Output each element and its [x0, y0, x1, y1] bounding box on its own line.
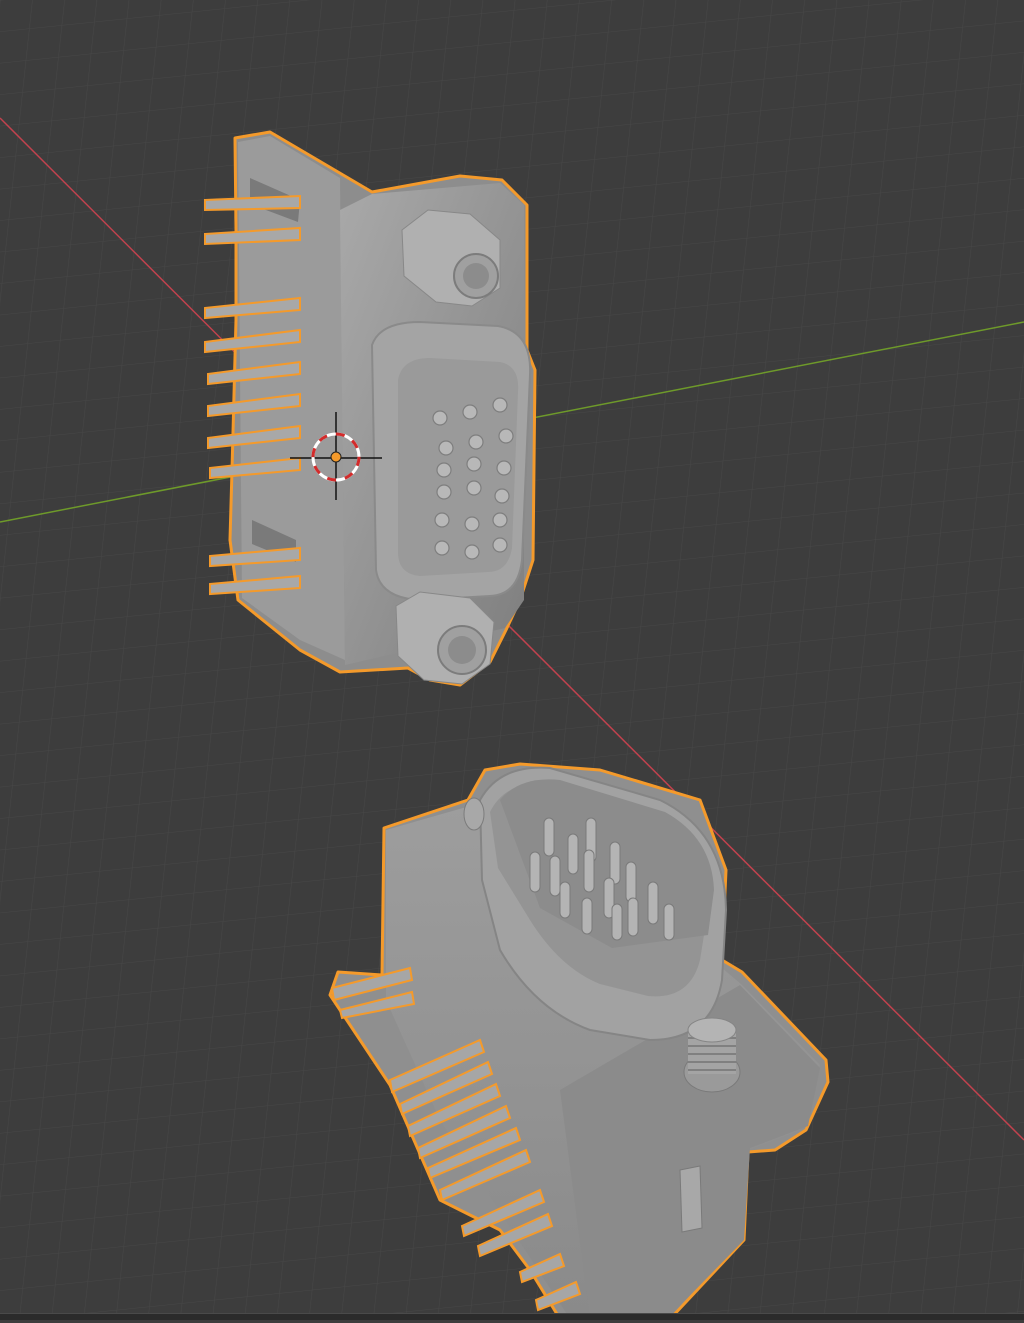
viewport-canvas[interactable] [0, 0, 1024, 1321]
threaded-standoff [683, 1017, 741, 1093]
vga-female-connector[interactable] [204, 130, 537, 687]
3d-viewport[interactable] [0, 0, 1024, 1321]
